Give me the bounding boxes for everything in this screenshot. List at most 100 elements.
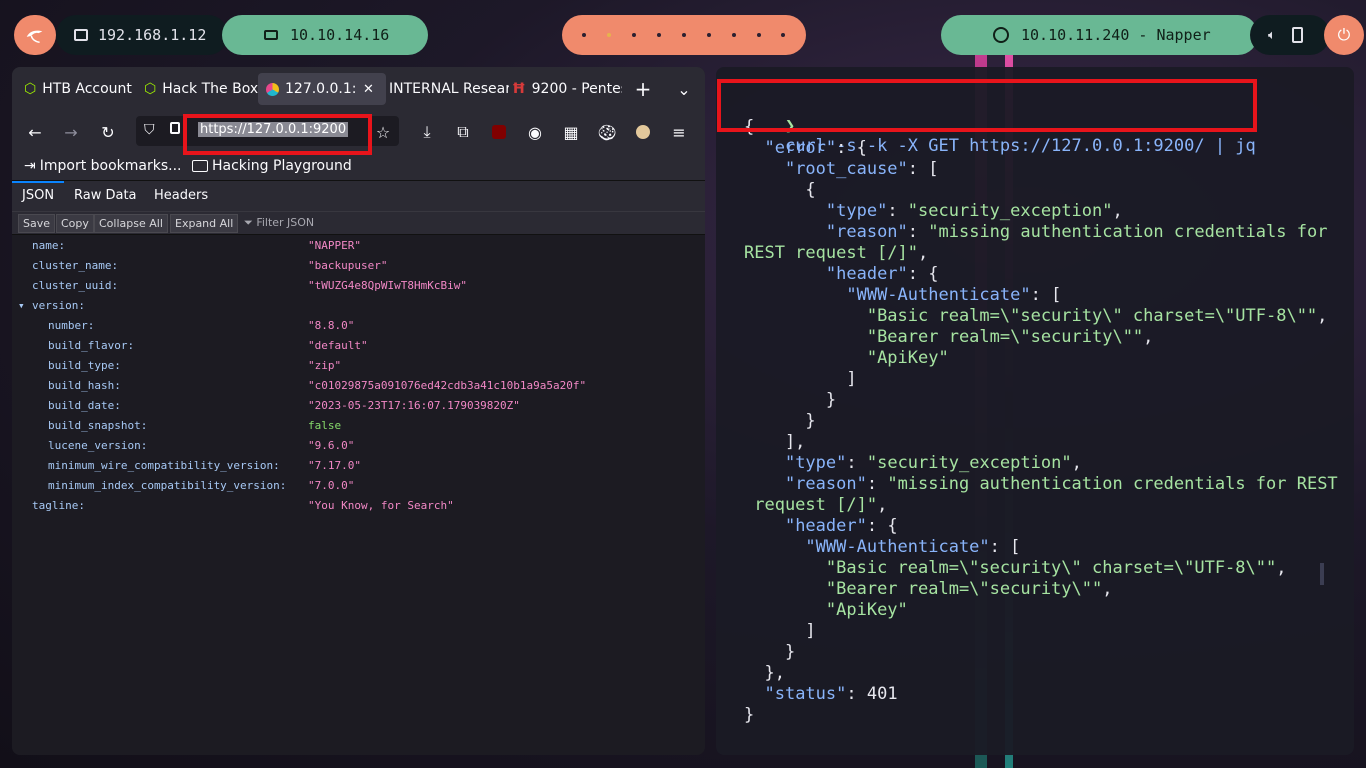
json-row[interactable]: name: "NAPPER" [12, 235, 705, 255]
forward-arrow-icon[interactable]: → [58, 119, 84, 145]
workspace-dot[interactable] [582, 33, 587, 37]
ublock-icon[interactable] [486, 119, 512, 145]
json-value: "9.6.0" [308, 438, 355, 452]
workspace-dot[interactable] [756, 33, 761, 37]
json-row[interactable]: build_date: "2023-05-23T17:16:07.17903982… [12, 395, 705, 415]
collapse-all-button[interactable]: Collapse All [94, 214, 168, 233]
back-arrow-icon[interactable]: ← [22, 119, 48, 145]
json-row[interactable]: cluster_uuid: "tWUZG4e8QpWIwT8HmKcBiw" [12, 275, 705, 295]
highlight-command-box [717, 79, 1257, 132]
json-row[interactable]: lucene_version: "9.6.0" [12, 435, 705, 455]
terminal-token: "Bearer realm=\"security\"" [825, 579, 1103, 599]
json-tree: name: "NAPPER" cluster_name: "backupuser" cl… [12, 235, 705, 755]
tab-hacktricks[interactable]: Ħ 9200 - Pentesting [506, 73, 622, 105]
terminal-token: "header" [825, 264, 908, 284]
terminal-output-line: "header": { [744, 264, 939, 284]
json-key: build_date: [48, 398, 121, 412]
save-button[interactable]: Save [18, 214, 56, 233]
bookmarks-bar: ⇥ Import bookmarks... Hacking Playground [12, 153, 705, 181]
terminal-window[interactable]: ❯ curl -s -k -X GET https://127.0.0.1:92… [716, 67, 1354, 755]
workspace-dot[interactable] [781, 33, 786, 37]
qr-code-icon[interactable]: ▦ [558, 119, 584, 145]
foxyproxy-icon[interactable]: ◉ [522, 119, 548, 145]
tab-headers[interactable]: Headers [154, 188, 208, 203]
json-row[interactable]: cluster_name: "backupuser" [12, 255, 705, 275]
hacktricks-icon: Ħ [512, 81, 526, 97]
json-row[interactable]: build_hash: "c01029875a091076ed42cdb3a41c… [12, 375, 705, 395]
filter-json-field[interactable]: ⏷ Filter JSON [244, 216, 314, 230]
terminal-token: "reason" [825, 222, 908, 242]
reload-icon[interactable]: ↻ [95, 119, 121, 145]
json-value: "You Know, for Search" [308, 498, 454, 512]
menu-hamburger-icon[interactable]: ≡ [666, 119, 692, 145]
terminal-token: , [877, 495, 888, 515]
workspace-dot[interactable] [632, 33, 637, 37]
json-row[interactable]: build_snapshot: false [12, 415, 705, 435]
terminal-token: "WWW-Authenticate" [805, 537, 990, 557]
cookie-icon[interactable]: 🍪︎ [594, 119, 620, 145]
workspace-dot[interactable] [731, 33, 736, 37]
terminal-output-line: "WWW-Authenticate": [ [744, 537, 1020, 557]
json-row[interactable]: ▾ version: [12, 295, 705, 315]
power-button[interactable]: ⏻ [1324, 15, 1364, 55]
shield-icon[interactable]: ⛉ [144, 122, 155, 138]
tab-json[interactable]: JSON [22, 188, 54, 203]
workspace-dot[interactable] [607, 33, 612, 37]
workspace-switcher[interactable] [562, 15, 806, 55]
new-tab-button[interactable]: + [630, 76, 656, 102]
expand-toggle-icon[interactable]: ▾ [18, 299, 25, 312]
bookmark-import[interactable]: ⇥ Import bookmarks... [24, 158, 182, 174]
terminal-token: ] [744, 621, 816, 641]
close-tab-icon[interactable]: ✕ [363, 82, 374, 97]
terminal-output-line: } [744, 705, 754, 725]
json-row[interactable]: tagline: "You Know, for Search" [12, 495, 705, 515]
terminal-output-line: "Basic realm=\"security\" charset=\"UTF-… [744, 558, 1287, 578]
volume-icon[interactable]: 🔈︎ [1268, 28, 1276, 43]
terminal-token: "root_cause" [784, 159, 908, 179]
terminal-token: "reason" [784, 474, 867, 494]
terminal-token: "error" [764, 138, 837, 158]
workspace-dot[interactable] [706, 33, 711, 37]
terminal-token: "WWW-Authenticate" [846, 285, 1031, 305]
import-icon: ⇥ [24, 158, 36, 174]
json-value: "8.8.0" [308, 318, 355, 332]
terminal-output-line: "root_cause": [ [744, 159, 939, 179]
terminal-token: : [ [907, 159, 939, 179]
terminal-output-line: "reason": "missing authentication creden… [744, 222, 1328, 242]
expand-all-button[interactable]: Expand All [170, 214, 239, 233]
launcher-button[interactable] [14, 15, 56, 55]
json-row[interactable]: minimum_wire_compatibility_version: "7.17… [12, 455, 705, 475]
workspace-dot[interactable] [681, 33, 686, 37]
power-icon: ⏻ [1337, 25, 1351, 44]
terminal-token: { [744, 180, 816, 200]
bookmark-hacking-playground[interactable]: Hacking Playground [192, 158, 352, 174]
tab-hack-the-box[interactable]: ⬡ Hack The Box [138, 73, 264, 105]
downloads-icon[interactable]: ⤓ [414, 119, 440, 145]
tab-internal-research[interactable]: INTERNAL Research [384, 73, 509, 105]
tab-elasticsearch[interactable]: 127.0.0.1:9200 ✕ [258, 73, 386, 105]
json-key: minimum_wire_compatibility_version: [48, 458, 280, 472]
terminal-token: "ApiKey" [866, 348, 949, 368]
json-row[interactable]: build_flavor: "default" [12, 335, 705, 355]
scroll-indicator[interactable] [1320, 563, 1324, 585]
json-row[interactable]: build_type: "zip" [12, 355, 705, 375]
bookmark-star-icon[interactable]: ☆ [370, 119, 396, 145]
extensions-icon[interactable]: ⧉ [450, 119, 476, 145]
tab-list-chevron-icon[interactable]: ⌄ [671, 76, 697, 102]
folder-icon [192, 160, 208, 172]
json-key: minimum_index_compatibility_version: [48, 478, 287, 492]
json-row[interactable]: minimum_index_compatibility_version: "7.0… [12, 475, 705, 495]
tab-htb-account[interactable]: ⬡ HTB Account [16, 73, 144, 105]
cookie-editor-icon[interactable] [630, 119, 656, 145]
tab-raw-data[interactable]: Raw Data [74, 188, 137, 203]
lock-warning-icon[interactable] [170, 122, 180, 134]
workspace-dot[interactable] [657, 33, 662, 37]
json-row[interactable]: number: "8.8.0" [12, 315, 705, 335]
copy-button[interactable]: Copy [56, 214, 94, 233]
